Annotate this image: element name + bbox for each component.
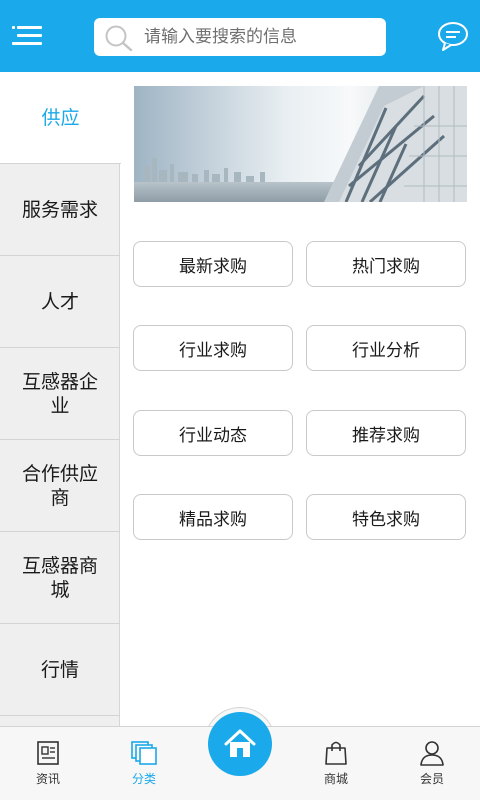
search-icon [105, 25, 133, 52]
category-icon [131, 741, 157, 765]
nav-label-news: 资讯 [35, 772, 60, 786]
sidebar-item-market[interactable]: 行情 [0, 624, 120, 716]
sidebar-item-transformer-companies[interactable]: 互感器企业 [0, 348, 120, 440]
nav-mall[interactable]: 商城 [296, 740, 376, 796]
home-button[interactable] [208, 712, 272, 776]
message-icon[interactable] [436, 20, 470, 52]
industry-purchase-button[interactable]: 行业求购 [133, 325, 293, 371]
nav-label-member: 会员 [419, 772, 444, 786]
search-input[interactable]: 请输入要搜索的信息 [144, 18, 297, 56]
home-icon [224, 729, 256, 757]
sidebar-item-transformer-mall[interactable]: 互感器商城 [0, 532, 120, 624]
sidebar-item-partner-suppliers[interactable]: 合作供应商 [0, 440, 120, 532]
sidebar-item-label: 服务需求 [21, 198, 98, 221]
nav-label-category: 分类 [131, 772, 156, 786]
nav-category[interactable]: 分类 [104, 740, 184, 796]
industry-news-button[interactable]: 行业动态 [133, 410, 293, 456]
hot-purchase-button[interactable]: 热门求购 [306, 241, 466, 287]
recommended-purchase-button[interactable]: 推荐求购 [306, 410, 466, 456]
sidebar-item-label: 互感器商城 [21, 554, 98, 601]
nav-label-mall: 商城 [323, 772, 348, 786]
industry-analysis-button[interactable]: 行业分析 [306, 325, 466, 371]
featured-purchase-button[interactable]: 精品求购 [133, 494, 293, 540]
shopping-bag-icon [325, 741, 347, 765]
sidebar-item-label: 互感器企业 [21, 370, 98, 417]
sidebar-item-supply[interactable]: 供应 [0, 72, 121, 164]
top-bar: 请输入要搜索的信息 [0, 0, 480, 72]
sidebar-item-talent[interactable]: 人才 [0, 256, 120, 348]
nav-member[interactable]: 会员 [392, 740, 472, 796]
sidebar-item-label: 供应 [41, 106, 80, 129]
special-purchase-button[interactable]: 特色求购 [306, 494, 466, 540]
sidebar-item-label: 人才 [40, 290, 79, 313]
search-bar[interactable]: 请输入要搜索的信息 [94, 18, 386, 56]
nav-news[interactable]: 资讯 [8, 740, 88, 796]
sidebar-item-label: 行情 [40, 658, 79, 681]
newspaper-icon [37, 741, 59, 765]
menu-icon[interactable] [12, 20, 42, 50]
sidebar-item-service-demand[interactable]: 服务需求 [0, 164, 120, 256]
latest-purchase-button[interactable]: 最新求购 [133, 241, 293, 287]
user-icon [420, 741, 444, 766]
banner-image [134, 86, 467, 202]
sidebar-item-label: 合作供应商 [21, 462, 98, 509]
